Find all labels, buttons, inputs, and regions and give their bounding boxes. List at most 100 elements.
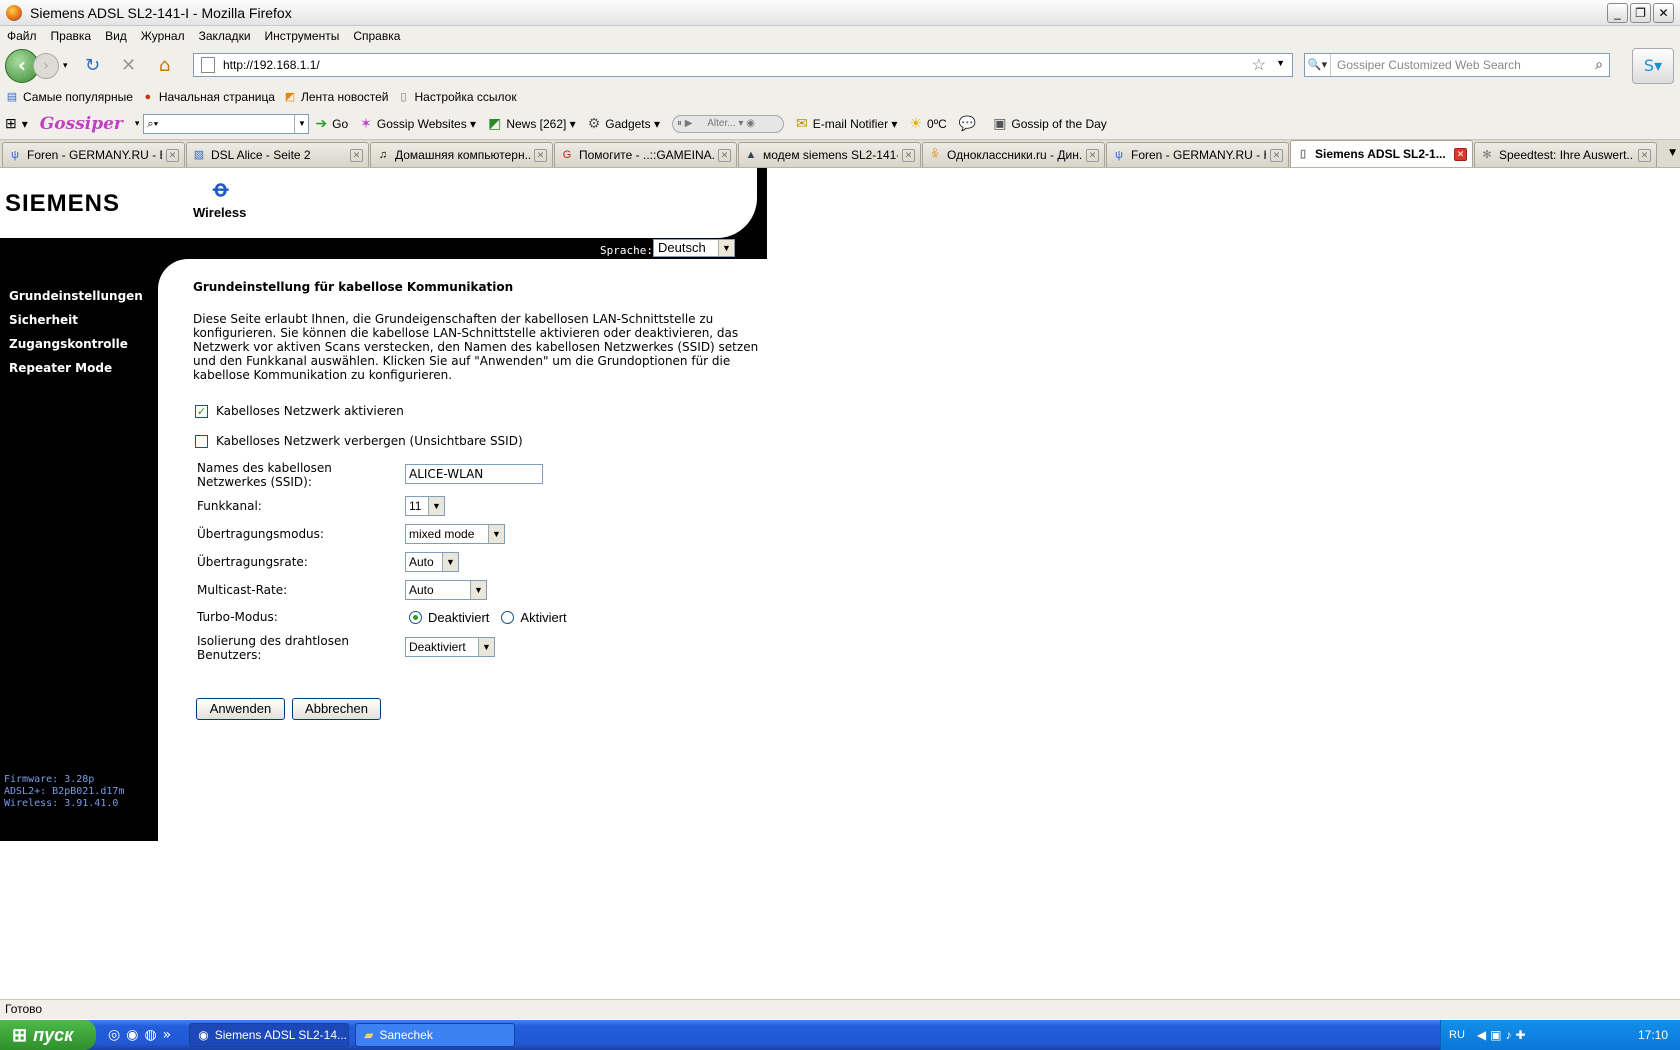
search-icon[interactable]: ⌕ bbox=[1595, 56, 1603, 73]
play-icon[interactable]: ▶ bbox=[685, 118, 693, 129]
gear-icon: ⚙ bbox=[587, 115, 601, 131]
isolation-select[interactable]: Deaktiviert ▼ bbox=[405, 637, 495, 657]
weather-button[interactable]: ☀ 0ºC bbox=[909, 115, 946, 132]
start-button[interactable]: ⊞ пуск bbox=[0, 1020, 96, 1050]
forward-button[interactable]: › bbox=[33, 53, 59, 79]
bookmark-most-visited[interactable]: ▤ Самые популярные bbox=[5, 90, 133, 104]
tab-gameina-help[interactable]: G Помогите - ..::GAMEINA... ✕ bbox=[554, 142, 737, 167]
task-sanechek[interactable]: ▰ Sanechek bbox=[355, 1023, 516, 1047]
quicklaunch-more-icon[interactable]: » bbox=[163, 1027, 172, 1043]
minimize-button[interactable]: _ bbox=[1607, 3, 1628, 23]
tab-germany-forum-2[interactable]: ψForen - GERMANY.RU - H...✕ bbox=[1106, 142, 1289, 167]
chevron-down-icon[interactable]: ▼ bbox=[488, 525, 504, 543]
close-tab-icon[interactable]: ✕ bbox=[1270, 148, 1283, 162]
menu-view[interactable]: Вид bbox=[105, 29, 127, 43]
tab-germany-forum[interactable]: ψForen - GERMANY.RU - B...✕ bbox=[2, 142, 185, 167]
chevron-down-icon[interactable]: ▼ bbox=[442, 553, 458, 571]
history-dropdown-icon[interactable]: ▾ bbox=[63, 61, 68, 71]
media-player[interactable]: ⏸ ▶ Alter... ▾ ◉ bbox=[672, 114, 784, 133]
close-tab-icon[interactable]: ✕ bbox=[1086, 148, 1099, 162]
chevron-down-icon[interactable]: ▼ bbox=[470, 581, 486, 599]
close-tab-icon[interactable]: ✕ bbox=[1638, 148, 1651, 162]
home-icon[interactable]: ⌂ bbox=[154, 55, 176, 77]
menu-help[interactable]: Справка bbox=[353, 29, 400, 43]
tab-siemens-adsl[interactable]: ▯ Siemens ADSL SL2-1... ✕ bbox=[1290, 140, 1473, 167]
search-bar[interactable]: 🔍▾ Gossiper Customized Web Search ⌕ bbox=[1304, 53, 1610, 77]
close-tab-icon[interactable]: ✕ bbox=[718, 148, 731, 162]
gadgets-button[interactable]: ⚙ Gadgets ▾ bbox=[588, 115, 660, 132]
multicast-rate-select[interactable]: Auto ▼ bbox=[405, 580, 487, 600]
menu-file[interactable]: Файл bbox=[7, 29, 37, 43]
gossiper-logo[interactable]: Gossiper bbox=[40, 114, 123, 134]
sidebar-item-repeater-mode[interactable]: Repeater Mode bbox=[9, 361, 112, 375]
tray-arrow-icon[interactable]: ◀ bbox=[1477, 1028, 1486, 1042]
task-firefox[interactable]: ◉ Siemens ADSL SL2-14... bbox=[189, 1023, 350, 1047]
tab-modem-siemens[interactable]: ▲модем siemens SL2-141-I...✕ bbox=[738, 142, 921, 167]
input-language[interactable]: RU bbox=[1449, 1029, 1465, 1041]
close-tab-icon[interactable]: ✕ bbox=[166, 148, 179, 162]
search-engine-icon[interactable]: 🔍▾ bbox=[1305, 54, 1331, 76]
pause-icon[interactable]: ⏸ bbox=[677, 118, 682, 129]
email-notifier-button[interactable]: ✉ E-mail Notifier ▾ bbox=[796, 115, 897, 132]
chevron-down-icon[interactable]: ▼ bbox=[718, 240, 734, 256]
quicklaunch-firefox-icon[interactable]: ◉ bbox=[126, 1027, 138, 1043]
sidebar-item-security[interactable]: Sicherheit bbox=[9, 313, 78, 327]
menu-history[interactable]: Журнал bbox=[141, 29, 185, 43]
bookmark-news-feed[interactable]: ◩ Лента новостей bbox=[283, 90, 389, 104]
network-icon[interactable]: ▣ bbox=[1490, 1028, 1501, 1042]
toolbar-options[interactable]: ⊞ ▾ bbox=[5, 115, 28, 132]
channel-select[interactable]: 11 ▼ bbox=[405, 496, 445, 516]
menu-edit[interactable]: Правка bbox=[51, 29, 92, 43]
bookmark-start-page[interactable]: ● Начальная страница bbox=[141, 90, 275, 104]
volume-icon[interactable]: ♪ bbox=[1505, 1028, 1511, 1042]
maximize-button[interactable]: ❐ bbox=[1630, 3, 1651, 23]
bookmark-customize-links[interactable]: ▯ Настройка ссылок bbox=[396, 90, 516, 104]
turbo-off-radio[interactable] bbox=[409, 611, 422, 624]
stop-icon[interactable]: ✕ bbox=[118, 55, 140, 77]
search-placeholder[interactable]: Gossiper Customized Web Search bbox=[1337, 58, 1521, 72]
enable-wlan-checkbox[interactable]: ✓ bbox=[195, 404, 208, 418]
ssid-input[interactable]: ALICE-WLAN bbox=[405, 464, 543, 484]
sidebar-item-access-control[interactable]: Zugangskontrolle bbox=[9, 337, 128, 351]
gossiper-search-input[interactable]: ⌕▾ ▼ bbox=[143, 113, 310, 134]
gossip-of-the-day-button[interactable]: ▣ Gossip of the Day bbox=[993, 115, 1107, 132]
close-button[interactable]: ✕ bbox=[1653, 3, 1674, 23]
skype-icon[interactable]: S▾ bbox=[1632, 48, 1674, 84]
menu-tools[interactable]: Инструменты bbox=[265, 29, 340, 43]
sidebar-item-basic-settings[interactable]: Grundeinstellungen bbox=[9, 289, 143, 303]
quicklaunch-app-icon[interactable]: ◍ bbox=[144, 1027, 156, 1043]
quicklaunch-opera-icon[interactable]: ◎ bbox=[108, 1027, 120, 1043]
menu-bookmarks[interactable]: Закладки bbox=[199, 29, 251, 43]
turbo-on-radio[interactable] bbox=[501, 611, 515, 624]
tab-dsl-alice[interactable]: ▧ DSL Alice - Seite 2 ✕ bbox=[186, 142, 369, 167]
transmission-mode-select[interactable]: mixed mode ▼ bbox=[405, 524, 505, 544]
transmission-rate-select[interactable]: Auto ▼ bbox=[405, 552, 459, 572]
search-dropdown-icon[interactable]: ▼ bbox=[294, 114, 308, 133]
url-bar[interactable]: http://192.168.1.1/ ☆ ▼ bbox=[193, 53, 1293, 77]
url-text[interactable]: http://192.168.1.1/ bbox=[223, 58, 320, 72]
chat-icon[interactable]: 💬 bbox=[959, 115, 981, 132]
close-tab-icon[interactable]: ✕ bbox=[902, 148, 915, 162]
tab-list-dropdown-icon[interactable]: ▼ bbox=[1669, 148, 1676, 158]
security-icon[interactable]: ✚ bbox=[1515, 1028, 1525, 1042]
hide-ssid-checkbox[interactable] bbox=[195, 434, 208, 448]
close-tab-icon[interactable]: ✕ bbox=[534, 148, 547, 162]
tab-speedtest[interactable]: ✻ Speedtest: Ihre Auswert... ✕ bbox=[1474, 142, 1657, 167]
gossip-websites-button[interactable]: ✶ Gossip Websites ▾ bbox=[360, 115, 476, 132]
url-dropdown-icon[interactable]: ▼ bbox=[1276, 58, 1285, 68]
language-select[interactable]: Deutsch ▼ bbox=[653, 239, 735, 257]
bookmark-star-icon[interactable]: ☆ bbox=[1252, 55, 1266, 75]
volume-icon[interactable]: ◉ bbox=[746, 118, 755, 129]
chevron-down-icon[interactable]: ▼ bbox=[428, 497, 444, 515]
close-tab-icon[interactable]: ✕ bbox=[1454, 147, 1467, 161]
tab-odnoklassniki[interactable]: ꆜ Одноклассники.ru - Дин... ✕ bbox=[922, 142, 1105, 167]
close-tab-icon[interactable]: ✕ bbox=[350, 148, 363, 162]
gossiper-dropdown-icon[interactable]: ▾ bbox=[135, 118, 140, 129]
tab-home-computer[interactable]: ♫ Домашняя компьютерн... ✕ bbox=[370, 142, 553, 167]
chevron-down-icon[interactable]: ▼ bbox=[478, 638, 494, 656]
go-button[interactable]: ➔ Go bbox=[315, 115, 348, 132]
news-button[interactable]: ◩ News [262] ▾ bbox=[488, 115, 576, 132]
cancel-button[interactable]: Abbrechen bbox=[292, 698, 381, 720]
reload-icon[interactable]: ↻ bbox=[82, 55, 104, 77]
apply-button[interactable]: Anwenden bbox=[196, 698, 285, 720]
